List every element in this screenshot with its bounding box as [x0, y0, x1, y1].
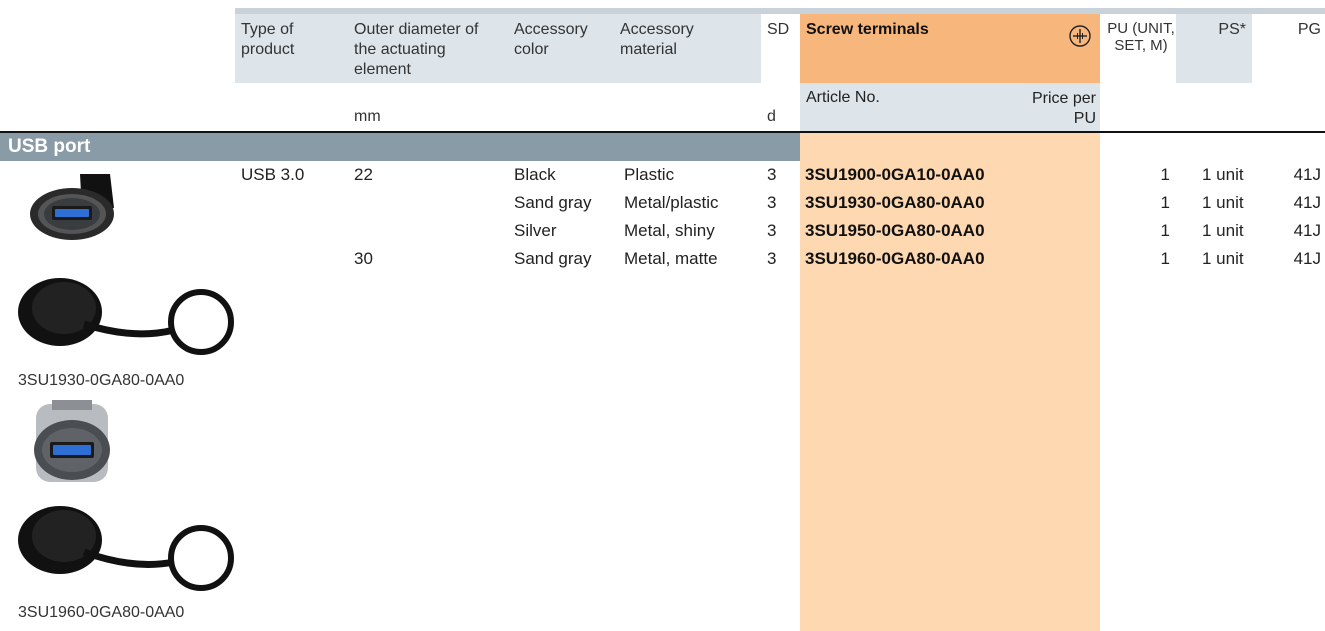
usb-port-cap-icon [14, 272, 234, 367]
image-caption-3: 3SU1960-0GA80-0AA0 [18, 604, 185, 621]
cell-ps: 1 unit [1202, 249, 1244, 268]
cell-diameter: 22 [354, 165, 373, 184]
price-per-pu-label: Price per PU [1031, 90, 1096, 127]
screw-terminal-icon [1069, 25, 1091, 47]
col-header-pg: PG [1252, 14, 1325, 83]
col-header-screw-terminals: Screw terminals [800, 14, 1100, 83]
cell-pu: 1 [1160, 249, 1170, 268]
cell-article-no: 3SU1900-0GA10-0AA0 [805, 165, 985, 184]
cell-article-no: 3SU1960-0GA80-0AA0 [805, 249, 985, 268]
col-header-diameter: Outer diameter of the actuating element [348, 14, 508, 83]
cell-color: Silver [514, 221, 557, 240]
col-header-color: Accessory color [508, 14, 614, 83]
cell-article-no: 3SU1930-0GA80-0AA0 [805, 193, 985, 212]
cell-sd: 3 [767, 249, 777, 268]
cell-sd: 3 [767, 193, 777, 212]
cell-pu: 1 [1160, 221, 1170, 240]
col-header-ps: PS* [1176, 14, 1252, 83]
cell-ps: 1 unit [1202, 193, 1244, 212]
cell-material: Metal/plastic [624, 193, 719, 212]
col-header-material: Accessory material [614, 14, 761, 83]
usb-port-30mm-icon [22, 398, 122, 493]
cell-color: Sand gray [514, 193, 592, 212]
cell-pg: 41J [1293, 221, 1321, 240]
cell-diameter: 30 [354, 249, 373, 268]
cell-sd: 3 [767, 165, 777, 184]
unit-d: d [767, 108, 776, 125]
usb-port-22mm-icon [22, 168, 132, 253]
usb-port-cap-icon [14, 498, 234, 603]
section-title: USB port [0, 133, 800, 161]
cell-material: Metal, shiny [624, 221, 715, 240]
cell-article-no: 3SU1950-0GA80-0AA0 [805, 221, 985, 240]
col-header-type: Type of product [235, 14, 348, 83]
cell-pg: 41J [1293, 165, 1321, 184]
cell-pg: 41J [1293, 193, 1321, 212]
article-no-label: Article No. [806, 89, 880, 106]
col-header-pu: PU (UNIT, SET, M) [1100, 14, 1176, 83]
cell-color: Black [514, 165, 556, 184]
cell-pg: 41J [1293, 249, 1321, 268]
cell-color: Sand gray [514, 249, 592, 268]
cell-ps: 1 unit [1202, 221, 1244, 240]
cell-material: Metal, matte [624, 249, 718, 268]
cell-pu: 1 [1160, 165, 1170, 184]
image-caption-1: 3SU1930-0GA80-0AA0 [18, 372, 185, 389]
unit-mm: mm [354, 108, 381, 125]
cell-ps: 1 unit [1202, 165, 1244, 184]
subheader-article: Article No. Price per PU [800, 83, 1100, 131]
cell-type: USB 3.0 [241, 165, 305, 184]
cell-sd: 3 [767, 221, 777, 240]
cell-pu: 1 [1160, 193, 1170, 212]
cell-material: Plastic [624, 165, 675, 184]
